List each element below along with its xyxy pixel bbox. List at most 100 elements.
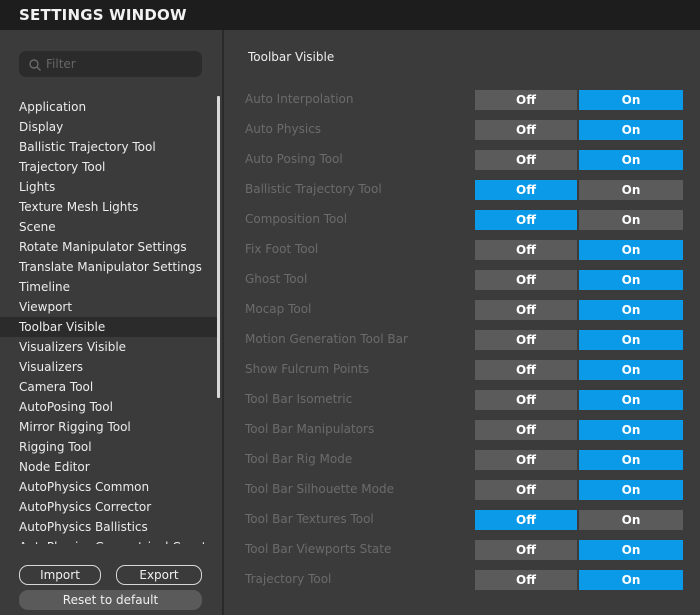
setting-row: Tool Bar Manipulators Off On: [224, 420, 700, 440]
search-icon: [28, 57, 42, 71]
sidebar-item[interactable]: Mirror Rigging Tool: [0, 417, 218, 437]
title-bar: SETTINGS WINDOW: [0, 0, 700, 30]
toggle-on-option[interactable]: On: [579, 210, 683, 230]
on-off-toggle[interactable]: Off On: [475, 180, 683, 200]
sidebar-item[interactable]: Display: [0, 117, 218, 137]
toggle-off-option[interactable]: Off: [475, 90, 577, 110]
toggle-off-option[interactable]: Off: [475, 300, 577, 320]
import-button[interactable]: Import: [19, 565, 101, 585]
on-off-toggle[interactable]: Off On: [475, 300, 683, 320]
toggle-on-option[interactable]: On: [579, 480, 683, 500]
toggle-on-option[interactable]: On: [579, 510, 683, 530]
setting-row: Tool Bar Silhouette Mode Off On: [224, 480, 700, 500]
toggle-off-option[interactable]: Off: [475, 330, 577, 350]
on-off-toggle[interactable]: Off On: [475, 120, 683, 140]
toggle-on-option[interactable]: On: [579, 330, 683, 350]
sidebar-scrollbar[interactable]: [217, 96, 220, 398]
sidebar-item[interactable]: Texture Mesh Lights: [0, 197, 218, 217]
toggle-off-option[interactable]: Off: [475, 510, 577, 530]
toggle-off-option[interactable]: Off: [475, 120, 577, 140]
sidebar-item[interactable]: AutoPosing Tool: [0, 397, 218, 417]
setting-row: Show Fulcrum Points Off On: [224, 360, 700, 380]
on-off-toggle[interactable]: Off On: [475, 570, 683, 590]
setting-row: Tool Bar Rig Mode Off On: [224, 450, 700, 470]
sidebar-item[interactable]: Visualizers Visible: [0, 337, 218, 357]
sidebar-item[interactable]: Node Editor: [0, 457, 218, 477]
sidebar-item[interactable]: Ballistic Trajectory Tool: [0, 137, 218, 157]
toggle-off-option[interactable]: Off: [475, 360, 577, 380]
on-off-toggle[interactable]: Off On: [475, 540, 683, 560]
on-off-toggle[interactable]: Off On: [475, 510, 683, 530]
on-off-toggle[interactable]: Off On: [475, 420, 683, 440]
on-off-toggle[interactable]: Off On: [475, 390, 683, 410]
setting-label: Tool Bar Silhouette Mode: [245, 482, 394, 496]
toggle-off-option[interactable]: Off: [475, 240, 577, 260]
sidebar-item[interactable]: AutoPhysics Geometrical Const: [0, 537, 218, 544]
sidebar-item[interactable]: Translate Manipulator Settings: [0, 257, 218, 277]
toggle-on-option[interactable]: On: [579, 270, 683, 290]
on-off-toggle[interactable]: Off On: [475, 210, 683, 230]
sidebar-item[interactable]: AutoPhysics Ballistics: [0, 517, 218, 537]
on-off-toggle[interactable]: Off On: [475, 90, 683, 110]
filter-input[interactable]: [46, 54, 196, 74]
on-off-toggle[interactable]: Off On: [475, 330, 683, 350]
toggle-on-option[interactable]: On: [579, 150, 683, 170]
setting-label: Ghost Tool: [245, 272, 308, 286]
setting-label: Tool Bar Textures Tool: [245, 512, 374, 526]
setting-row: Mocap Tool Off On: [224, 300, 700, 320]
sidebar-item[interactable]: Timeline: [0, 277, 218, 297]
sidebar-item[interactable]: Camera Tool: [0, 377, 218, 397]
settings-panel: Toolbar Visible Auto Interpolation Off On A…: [224, 30, 700, 615]
toggle-on-option[interactable]: On: [579, 570, 683, 590]
toggle-off-option[interactable]: Off: [475, 270, 577, 290]
sidebar-item[interactable]: AutoPhysics Common: [0, 477, 218, 497]
setting-label: Trajectory Tool: [245, 572, 332, 586]
export-button[interactable]: Export: [116, 565, 202, 585]
toggle-on-option[interactable]: On: [579, 360, 683, 380]
setting-row: Fix Foot Tool Off On: [224, 240, 700, 260]
toggle-off-option[interactable]: Off: [475, 450, 577, 470]
toggle-on-option[interactable]: On: [579, 420, 683, 440]
on-off-toggle[interactable]: Off On: [475, 480, 683, 500]
toggle-on-option[interactable]: On: [579, 300, 683, 320]
toggle-off-option[interactable]: Off: [475, 390, 577, 410]
toggle-off-option[interactable]: Off: [475, 210, 577, 230]
filter-box[interactable]: [19, 51, 202, 77]
sidebar-item[interactable]: AutoPhysics Corrector: [0, 497, 218, 517]
toggle-on-option[interactable]: On: [579, 180, 683, 200]
toggle-on-option[interactable]: On: [579, 450, 683, 470]
on-off-toggle[interactable]: Off On: [475, 150, 683, 170]
toggle-off-option[interactable]: Off: [475, 540, 577, 560]
toggle-off-option[interactable]: Off: [475, 480, 577, 500]
toggle-on-option[interactable]: On: [579, 390, 683, 410]
sidebar-item[interactable]: Scene: [0, 217, 218, 237]
toggle-on-option[interactable]: On: [579, 240, 683, 260]
toggle-off-option[interactable]: Off: [475, 180, 577, 200]
sidebar-item[interactable]: Lights: [0, 177, 218, 197]
toggle-on-option[interactable]: On: [579, 90, 683, 110]
on-off-toggle[interactable]: Off On: [475, 270, 683, 290]
toggle-on-option[interactable]: On: [579, 540, 683, 560]
toggle-off-option[interactable]: Off: [475, 420, 577, 440]
setting-row: Tool Bar Viewports State Off On: [224, 540, 700, 560]
on-off-toggle[interactable]: Off On: [475, 240, 683, 260]
sidebar-item[interactable]: Trajectory Tool: [0, 157, 218, 177]
setting-label: Composition Tool: [245, 212, 348, 226]
toggle-off-option[interactable]: Off: [475, 150, 577, 170]
sidebar-item[interactable]: Application: [0, 97, 218, 117]
sidebar: ApplicationDisplayBallistic Trajectory T…: [0, 30, 222, 615]
toggle-off-option[interactable]: Off: [475, 570, 577, 590]
sidebar-item[interactable]: Viewport: [0, 297, 218, 317]
reset-to-default-button[interactable]: Reset to default: [19, 590, 202, 610]
toggle-on-option[interactable]: On: [579, 120, 683, 140]
setting-row: Tool Bar Isometric Off On: [224, 390, 700, 410]
sidebar-item[interactable]: Visualizers: [0, 357, 218, 377]
sidebar-item[interactable]: Rotate Manipulator Settings: [0, 237, 218, 257]
setting-label: Auto Posing Tool: [245, 152, 343, 166]
sidebar-item[interactable]: Rigging Tool: [0, 437, 218, 457]
setting-row: Auto Interpolation Off On: [224, 90, 700, 110]
on-off-toggle[interactable]: Off On: [475, 360, 683, 380]
setting-label: Ballistic Trajectory Tool: [245, 182, 382, 196]
on-off-toggle[interactable]: Off On: [475, 450, 683, 470]
sidebar-item[interactable]: Toolbar Visible: [0, 317, 218, 337]
